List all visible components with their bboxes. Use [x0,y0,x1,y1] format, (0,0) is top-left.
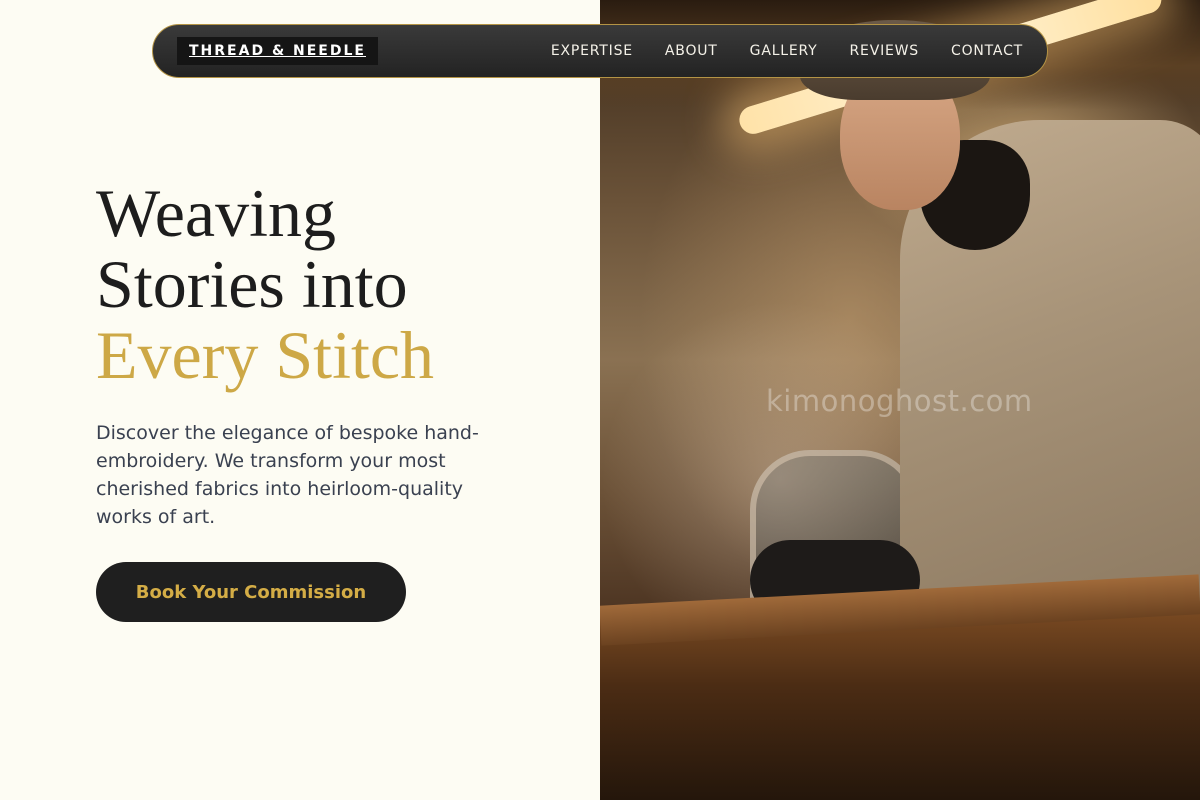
workbench [600,610,1200,800]
nav-link-about[interactable]: ABOUT [665,43,718,59]
headline-line-1: Weaving [96,175,336,251]
main-navigation: THREAD & NEEDLE EXPERTISE ABOUT GALLERY … [152,24,1048,78]
image-watermark: kimonoghost.com [766,384,1033,418]
brand-logo[interactable]: THREAD & NEEDLE [177,37,378,65]
nav-link-gallery[interactable]: GALLERY [750,43,818,59]
hero-content: Weaving Stories into Every Stitch Discov… [0,0,600,800]
book-commission-button[interactable]: Book Your Commission [96,562,406,622]
nav-link-reviews[interactable]: REVIEWS [850,43,919,59]
hero-description: Discover the elegance of bespoke hand-em… [96,422,479,528]
nav-links: EXPERTISE ABOUT GALLERY REVIEWS CONTACT [551,43,1023,59]
headline-line-2: Stories into [96,246,408,322]
nav-link-contact[interactable]: CONTACT [951,43,1023,59]
nav-link-expertise[interactable]: EXPERTISE [551,43,633,59]
hero-headline: Weaving Stories into Every Stitch [96,178,576,391]
headline-accent: Every Stitch [96,317,435,393]
hero-image: kimonoghost.com [600,0,1200,800]
